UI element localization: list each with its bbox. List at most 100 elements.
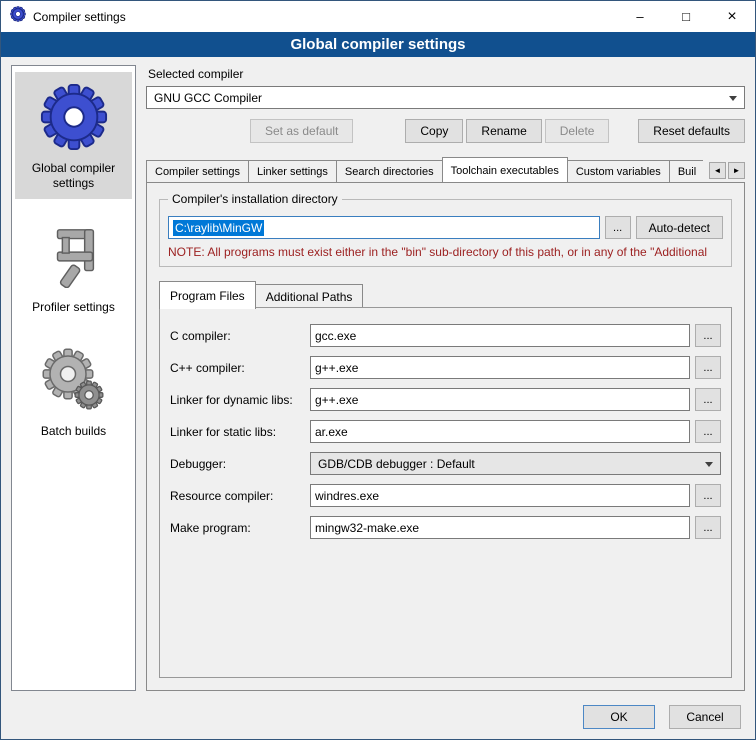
c-compiler-label: C compiler:	[170, 329, 310, 343]
form-row: Resource compiler: windres.exe ...	[170, 484, 721, 507]
installation-directory-row: C:\raylib\MinGW ... Auto-detect	[168, 216, 723, 239]
cpp-compiler-browse-button[interactable]: ...	[695, 356, 721, 379]
chevron-down-icon	[705, 462, 713, 467]
static-linker-input[interactable]: ar.exe	[310, 420, 690, 443]
dynamic-linker-label: Linker for dynamic libs:	[170, 393, 310, 407]
installation-directory-groupbox: Compiler's installation directory C:\ray…	[159, 199, 732, 267]
rename-button[interactable]: Rename	[466, 119, 541, 143]
input-group: g++.exe ...	[310, 388, 721, 411]
selected-compiler-label: Selected compiler	[148, 67, 745, 81]
sidebar-item-profiler-settings[interactable]: Profiler settings	[15, 211, 132, 323]
reset-defaults-button[interactable]: Reset defaults	[638, 119, 745, 143]
dynamic-linker-value: g++.exe	[315, 393, 358, 407]
toolchain-executables-panel: Compiler's installation directory C:\ray…	[146, 182, 745, 691]
auto-detect-button[interactable]: Auto-detect	[636, 216, 723, 239]
dialog-body: Global compiler settings Profiler set	[1, 57, 755, 697]
input-group: mingw32-make.exe ...	[310, 516, 721, 539]
program-files-tabstrip: Program Files Additional Paths	[159, 281, 732, 308]
make-program-value: mingw32-make.exe	[315, 521, 419, 535]
sidebar-item-label: Batch builds	[41, 424, 106, 439]
tab-toolchain-executables[interactable]: Toolchain executables	[442, 157, 568, 182]
static-linker-value: ar.exe	[315, 425, 348, 439]
form-row: Linker for static libs: ar.exe ...	[170, 420, 721, 443]
tab-search-directories[interactable]: Search directories	[336, 160, 443, 182]
sidebar-item-label: Global compiler settings	[17, 161, 130, 191]
debugger-select[interactable]: GDB/CDB debugger : Default	[310, 452, 721, 475]
tab-compiler-settings[interactable]: Compiler settings	[146, 160, 249, 182]
ok-button[interactable]: OK	[583, 705, 655, 729]
installation-directory-group-label: Compiler's installation directory	[168, 192, 342, 206]
delete-button: Delete	[545, 119, 610, 143]
selected-compiler-select[interactable]: GNU GCC Compiler	[146, 86, 745, 109]
c-compiler-value: gcc.exe	[315, 329, 356, 343]
input-group: GDB/CDB debugger : Default	[310, 452, 721, 475]
cpp-compiler-label: C++ compiler:	[170, 361, 310, 375]
tab-scroll-arrows: ◄ ►	[709, 162, 745, 182]
resource-compiler-input[interactable]: windres.exe	[310, 484, 690, 507]
compiler-settings-window: Compiler settings – □ × Global compiler …	[0, 0, 756, 740]
c-compiler-input[interactable]: gcc.exe	[310, 324, 690, 347]
form-row: C++ compiler: g++.exe ...	[170, 356, 721, 379]
close-icon[interactable]: ×	[709, 1, 755, 32]
input-group: gcc.exe ...	[310, 324, 721, 347]
dynamic-linker-browse-button[interactable]: ...	[695, 388, 721, 411]
set-as-default-button: Set as default	[250, 119, 353, 143]
selected-text: C:\raylib\MinGW	[173, 220, 264, 236]
sidebar-item-global-compiler-settings[interactable]: Global compiler settings	[15, 72, 132, 199]
resource-compiler-value: windres.exe	[315, 489, 379, 503]
resource-compiler-label: Resource compiler:	[170, 489, 310, 503]
make-program-input[interactable]: mingw32-make.exe	[310, 516, 690, 539]
form-row: C compiler: gcc.exe ...	[170, 324, 721, 347]
chevron-down-icon	[729, 96, 737, 101]
maximize-icon[interactable]: □	[663, 1, 709, 32]
input-group: windres.exe ...	[310, 484, 721, 507]
installation-directory-input[interactable]: C:\raylib\MinGW	[168, 216, 600, 239]
tab-scroll-left-icon[interactable]: ◄	[709, 162, 726, 179]
make-program-label: Make program:	[170, 521, 310, 535]
tab-additional-paths[interactable]: Additional Paths	[255, 284, 364, 308]
form-row: Make program: mingw32-make.exe ...	[170, 516, 721, 539]
debugger-value: GDB/CDB debugger : Default	[318, 457, 475, 471]
main-settings-area: Selected compiler GNU GCC Compiler Set a…	[146, 65, 745, 691]
compiler-actions-row: Set as default Copy Rename Delete Reset …	[146, 119, 745, 143]
tab-program-files[interactable]: Program Files	[159, 281, 256, 309]
form-row: Linker for dynamic libs: g++.exe ...	[170, 388, 721, 411]
input-group: ar.exe ...	[310, 420, 721, 443]
window-title: Compiler settings	[33, 10, 126, 24]
settings-tabstrip: Compiler settings Linker settings Search…	[146, 157, 745, 182]
bin-subdirectory-note: NOTE: All programs must exist either in …	[168, 245, 723, 259]
input-group: g++.exe ...	[310, 356, 721, 379]
dialog-header: Global compiler settings	[1, 32, 755, 57]
make-program-browse-button[interactable]: ...	[695, 516, 721, 539]
dynamic-linker-input[interactable]: g++.exe	[310, 388, 690, 411]
app-gear-icon	[10, 6, 26, 27]
cpp-compiler-value: g++.exe	[315, 361, 358, 375]
form-row: Debugger: GDB/CDB debugger : Default	[170, 452, 721, 475]
program-files-panel: C compiler: gcc.exe ... C++ compiler:	[159, 307, 732, 678]
debugger-label: Debugger:	[170, 457, 310, 471]
selected-compiler-value: GNU GCC Compiler	[154, 91, 262, 105]
tab-scroll-right-icon[interactable]: ►	[728, 162, 745, 179]
c-compiler-browse-button[interactable]: ...	[695, 324, 721, 347]
copy-button[interactable]: Copy	[405, 119, 463, 143]
static-linker-browse-button[interactable]: ...	[695, 420, 721, 443]
installation-directory-browse-button[interactable]: ...	[605, 216, 631, 239]
tab-build-options-truncated[interactable]: Buil	[669, 160, 703, 182]
clamp-tool-icon	[37, 219, 111, 293]
window-controls: – □ ×	[617, 1, 755, 32]
tabs-scroller: Compiler settings Linker settings Search…	[146, 157, 703, 182]
minimize-icon[interactable]: –	[617, 1, 663, 32]
dialog-footer: OK Cancel	[1, 697, 755, 739]
cpp-compiler-input[interactable]: g++.exe	[310, 356, 690, 379]
blue-gear-icon	[37, 80, 111, 154]
gray-gear-icon	[37, 343, 111, 417]
sidebar-item-batch-builds[interactable]: Batch builds	[15, 335, 132, 447]
titlebar: Compiler settings – □ ×	[1, 1, 755, 32]
sidebar-item-label: Profiler settings	[32, 300, 115, 315]
cancel-button[interactable]: Cancel	[669, 705, 741, 729]
resource-compiler-browse-button[interactable]: ...	[695, 484, 721, 507]
tab-linker-settings[interactable]: Linker settings	[248, 160, 337, 182]
tab-custom-variables[interactable]: Custom variables	[567, 160, 670, 182]
static-linker-label: Linker for static libs:	[170, 425, 310, 439]
category-sidebar: Global compiler settings Profiler set	[11, 65, 136, 691]
